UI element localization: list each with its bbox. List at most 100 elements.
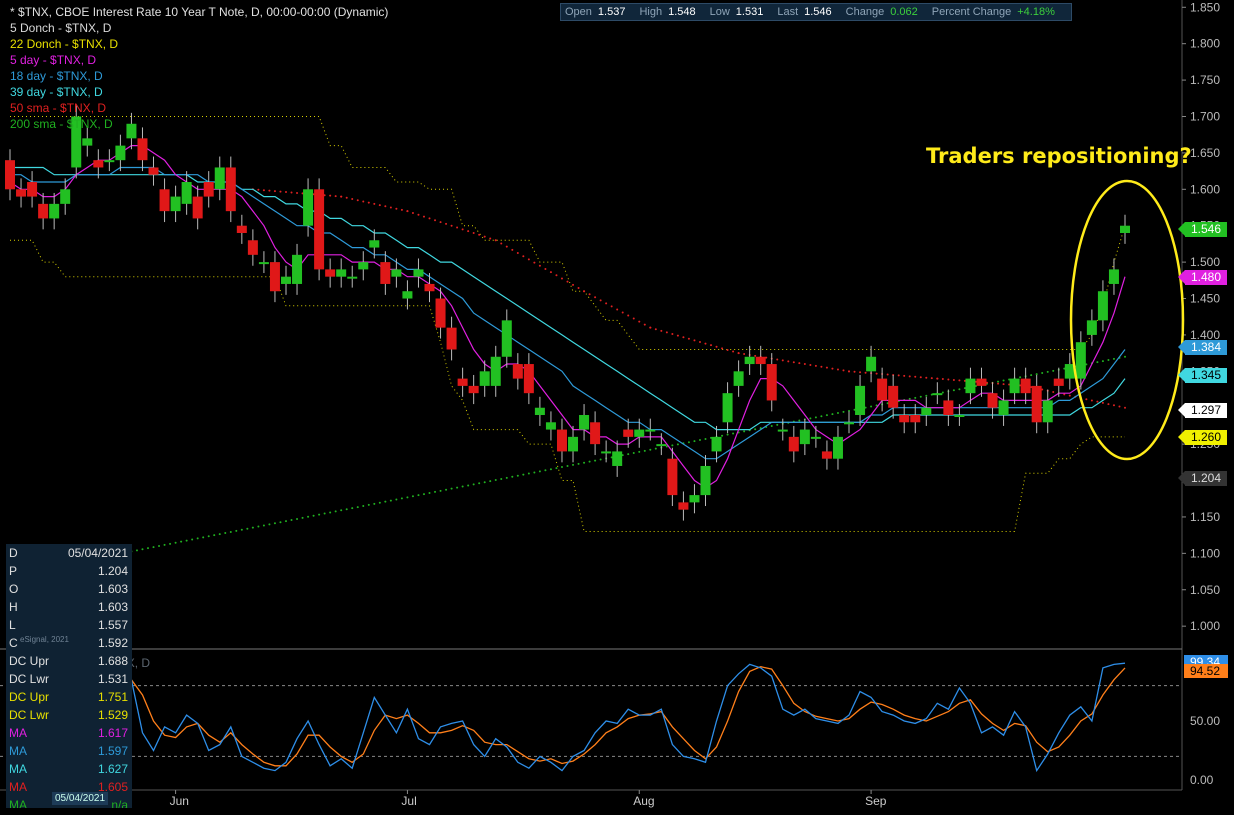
data-window-value: 1.627 (97, 762, 128, 776)
sma50-point (743, 353, 746, 356)
sma200-point (632, 452, 635, 455)
candle-body (722, 393, 733, 423)
data-window-row: DC Lwr 1.531 (6, 670, 132, 688)
sma50-point (721, 347, 724, 350)
sma50-point (836, 368, 839, 371)
sma200-point (836, 411, 839, 414)
sma200-point (649, 448, 652, 451)
sma200-point (494, 479, 497, 482)
sma50-point (864, 371, 867, 374)
quote-open-label: Open (565, 6, 592, 18)
sma200-point (870, 405, 873, 408)
candle-body (446, 327, 457, 350)
sma200-point (284, 520, 287, 523)
legend-ma5[interactable]: 5 day - $TNX, D (10, 52, 388, 68)
legend-donch22[interactable]: 22 Donch - $TNX, D (10, 36, 388, 52)
sma50-point (329, 194, 332, 197)
sma200-point (1046, 370, 1049, 373)
sma200-point (952, 389, 955, 392)
data-window-label: MA (9, 780, 27, 794)
sma50-point (262, 189, 265, 192)
sma50-point (952, 378, 955, 381)
candle-body (899, 415, 910, 423)
sma200-point (726, 433, 729, 436)
sma200-point (158, 544, 161, 547)
sma200-point (251, 526, 254, 529)
sma200-point (941, 391, 944, 394)
sma50-point (588, 293, 591, 296)
sma50-point (533, 261, 536, 264)
sma200-point (246, 527, 249, 530)
sma200-point (395, 498, 398, 501)
sma50-point (638, 320, 641, 323)
sma50-point (654, 328, 657, 331)
candle-body (258, 262, 269, 265)
candle-body (170, 196, 181, 212)
sma50-point (500, 242, 503, 245)
candle-body (545, 422, 556, 430)
candle-body (678, 502, 689, 510)
sma50-point (886, 373, 889, 376)
sma200-point (1041, 371, 1044, 374)
sma50-point (627, 314, 630, 317)
candle-body (777, 429, 788, 432)
candle-body (1031, 385, 1042, 423)
chart-legend: * $TNX, CBOE Interest Rate 10 Year T Not… (10, 4, 388, 132)
candle-body (601, 451, 612, 454)
sma50-point (594, 296, 597, 299)
sma200-point (141, 548, 144, 551)
data-window[interactable]: D 05/04/2021 P 1.204 O 1.603 H 1.603 L 1.557 C 1.59… (6, 544, 132, 808)
sma50-point (1085, 398, 1088, 401)
data-window-label: MA (9, 762, 27, 776)
y-tick-label: 1.500 (1190, 255, 1220, 269)
candle-body (159, 189, 170, 212)
candle-body (391, 269, 402, 277)
sma200-point (434, 490, 437, 493)
quote-bar: Open 1.537 High 1.548 Low 1.531 Last 1.5… (560, 3, 1072, 21)
sma200-point (527, 472, 530, 475)
quote-low-value: 1.531 (735, 6, 764, 18)
legend-sma200[interactable]: 200 sma - $TNX, D (10, 116, 388, 132)
sma200-point (290, 519, 293, 522)
sma50-point (1124, 406, 1126, 409)
candle-body (623, 429, 634, 437)
sma200-point (329, 511, 332, 514)
candle-body (38, 203, 49, 219)
sma200-point (516, 474, 519, 477)
data-window-value: 1.603 (97, 582, 128, 596)
legend-ma39[interactable]: 39 day - $TNX, D (10, 84, 388, 100)
sma50-point (958, 379, 961, 382)
sma50-point (549, 271, 552, 274)
sma50-point (406, 210, 409, 213)
candle-body (954, 415, 965, 418)
sma200-point (693, 440, 696, 443)
legend-ma18[interactable]: 18 day - $TNX, D (10, 68, 388, 84)
legend-donch5[interactable]: 5 Donch - $TNX, D (10, 20, 388, 36)
data-window-label: DC Lwr (9, 672, 50, 686)
quote-last-value: 1.546 (804, 6, 832, 18)
data-window-label: D (9, 546, 18, 560)
sma200-point (406, 496, 409, 499)
sma50-point (831, 367, 834, 370)
candle-body (380, 262, 391, 284)
sma200-point (654, 447, 657, 450)
sma200-point (296, 517, 299, 520)
candle-body (468, 385, 479, 394)
sma200-point (191, 538, 194, 541)
sma50-point (345, 196, 348, 199)
data-window-row: D 05/04/2021 (6, 544, 132, 562)
x-tick-label: Aug (633, 794, 654, 808)
y-tick-label: 1.850 (1190, 0, 1220, 14)
sma200-point (257, 525, 260, 528)
candle-body (700, 465, 711, 496)
y-tick-label: 1.450 (1190, 292, 1220, 306)
sma50-point (704, 342, 707, 345)
legend-sma50[interactable]: 50 sma - $TNX, D (10, 100, 388, 116)
sma50-point (257, 188, 260, 191)
sma200-point (135, 549, 138, 552)
candle-body (49, 203, 60, 219)
sma200-point (384, 500, 387, 503)
candle-body (1120, 225, 1130, 233)
sma50-point (583, 290, 586, 293)
sma200-point (307, 515, 310, 518)
